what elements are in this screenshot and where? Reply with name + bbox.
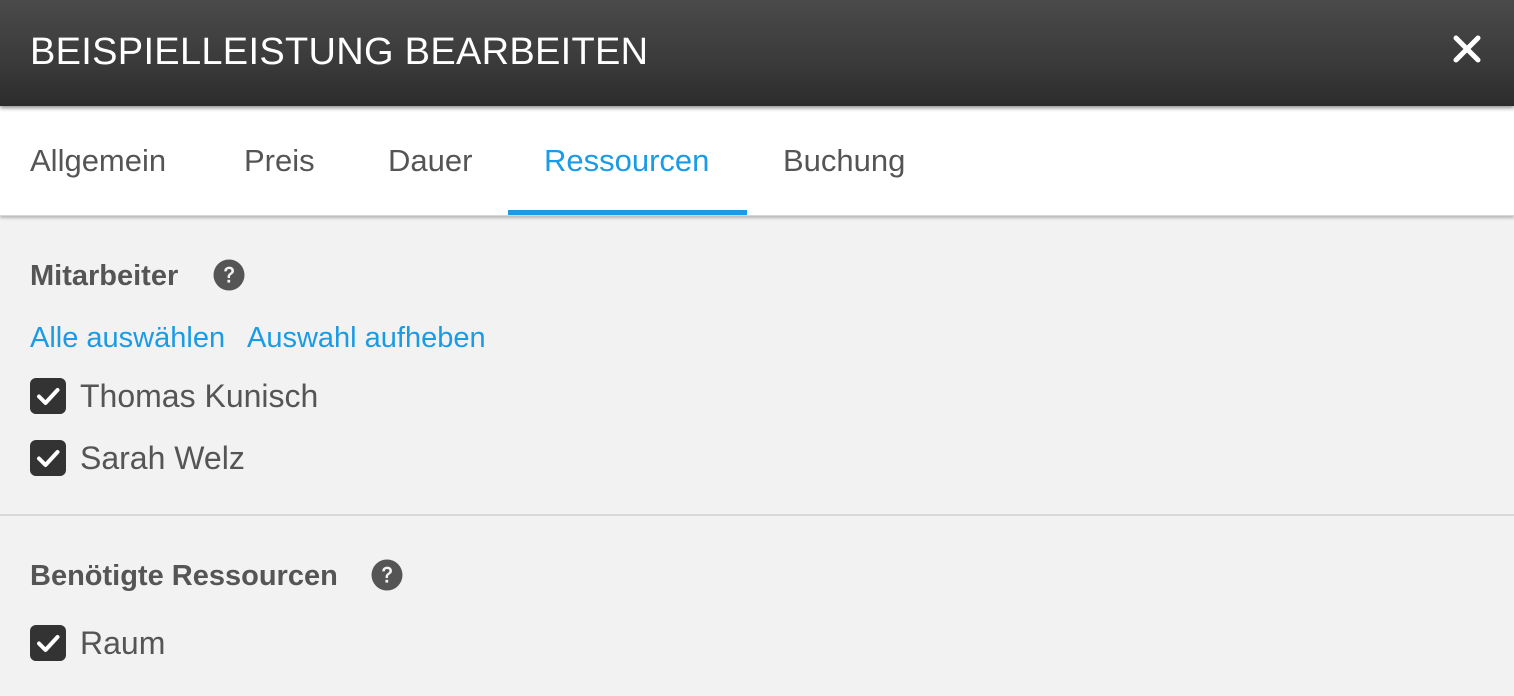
close-icon bbox=[1453, 35, 1481, 63]
dialog-title: BEISPIELLEISTUNG BEARBEITEN bbox=[30, 31, 649, 73]
resources-section-title: Benötigte Ressourcen bbox=[30, 560, 338, 592]
edit-service-dialog: BEISPIELLEISTUNG BEARBEITEN Allgemein Pr… bbox=[0, 0, 1514, 696]
staff-help-icon[interactable] bbox=[213, 259, 245, 291]
resource-name-label: Raum bbox=[80, 625, 166, 661]
select-all-link[interactable]: Alle auswählen bbox=[30, 318, 225, 358]
tab-preis[interactable]: Preis bbox=[244, 106, 315, 215]
close-button[interactable] bbox=[1450, 32, 1484, 66]
staff-section-title: Mitarbeiter bbox=[30, 260, 179, 292]
staff-name-label: Sarah Welz bbox=[80, 440, 245, 476]
tab-allgemein[interactable]: Allgemein bbox=[30, 106, 166, 215]
dialog-header: BEISPIELLEISTUNG BEARBEITEN bbox=[0, 0, 1514, 106]
staff-checkbox[interactable] bbox=[30, 440, 66, 476]
tab-dauer[interactable]: Dauer bbox=[388, 106, 472, 215]
checkmark-icon bbox=[37, 388, 60, 405]
tab-buchung[interactable]: Buchung bbox=[783, 106, 905, 215]
tab-ressourcen[interactable]: Ressourcen bbox=[544, 106, 709, 215]
tab-content-ressourcen: Mitarbeiter Alle auswählen Auswahl aufhe… bbox=[0, 216, 1514, 696]
resource-checkbox[interactable] bbox=[30, 625, 66, 661]
checkmark-icon bbox=[37, 450, 60, 467]
active-tab-indicator bbox=[508, 210, 747, 215]
checkmark-icon bbox=[37, 635, 60, 652]
resources-help-icon[interactable] bbox=[371, 559, 403, 591]
staff-name-label: Thomas Kunisch bbox=[80, 378, 319, 414]
tab-bar: Allgemein Preis Dauer Ressourcen Buchung bbox=[0, 106, 1514, 216]
section-divider bbox=[0, 514, 1514, 516]
deselect-all-link[interactable]: Auswahl aufheben bbox=[247, 318, 486, 358]
staff-checkbox[interactable] bbox=[30, 378, 66, 414]
